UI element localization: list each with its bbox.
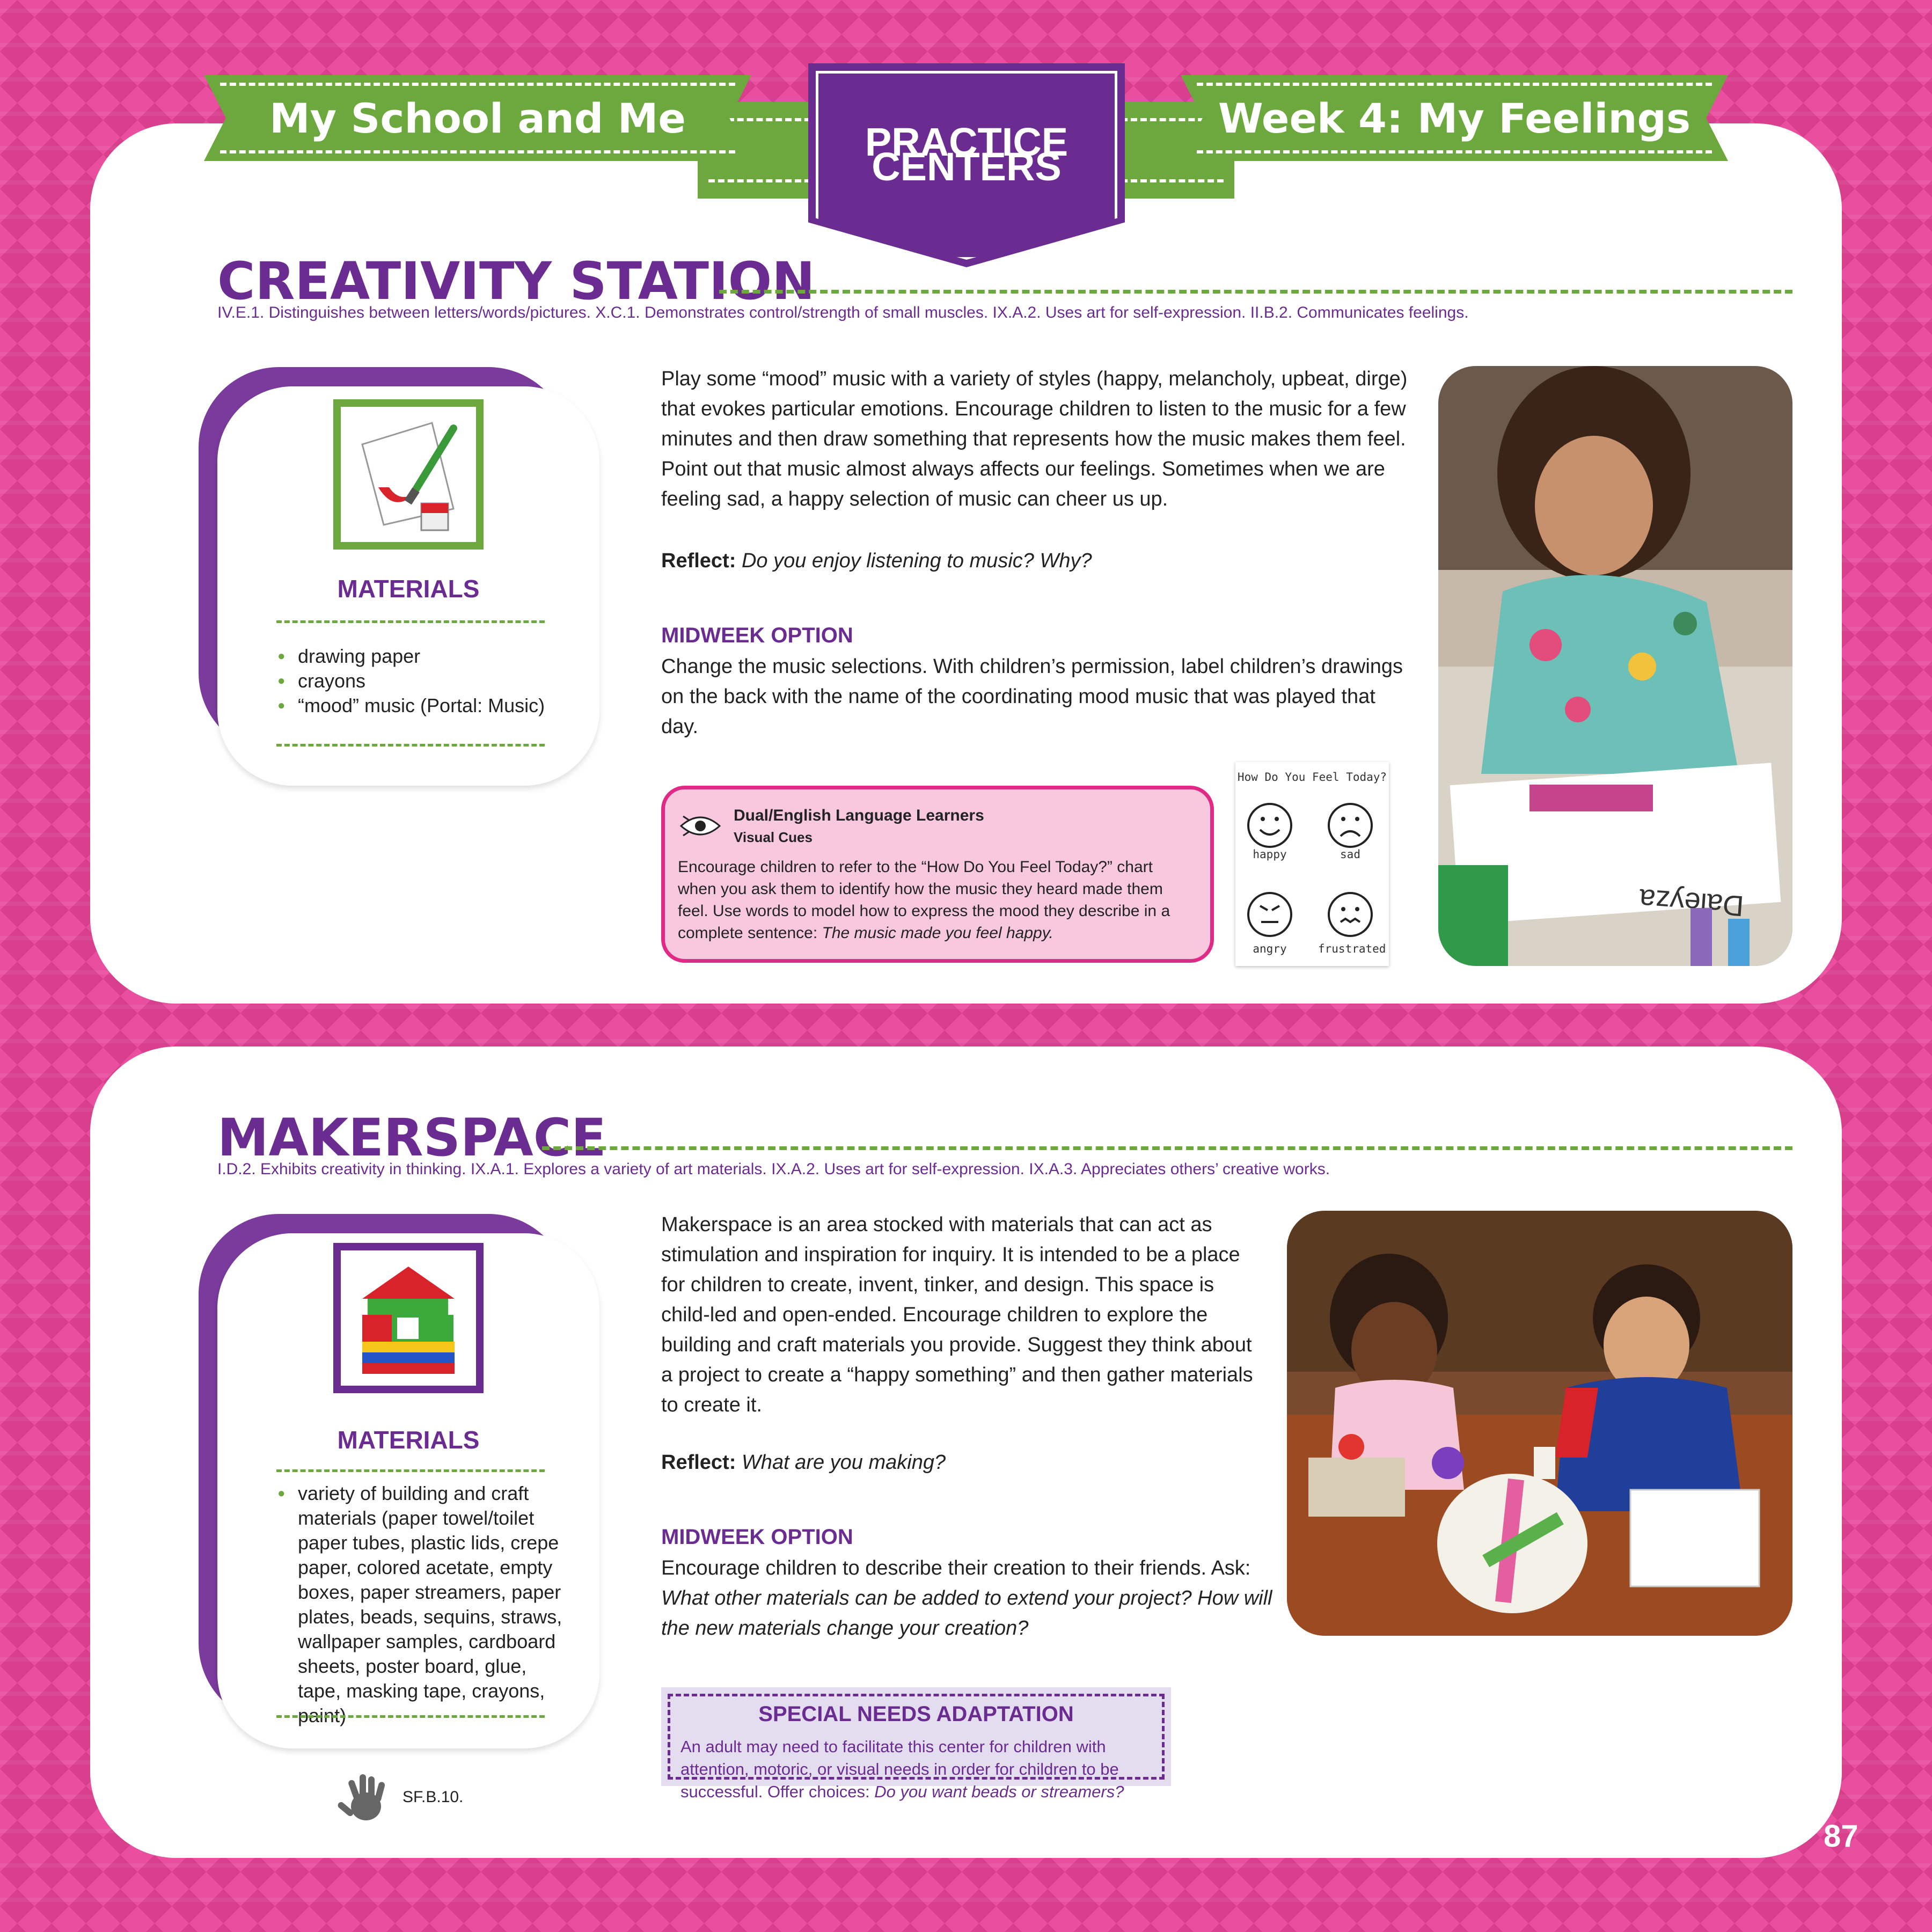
makerspace-midweek-text: Encourage children to describe their cre…	[661, 1553, 1278, 1643]
list-item: variety of building and craft materials …	[277, 1481, 567, 1728]
makerspace-title-dash	[542, 1146, 1792, 1150]
makerspace-standards: I.D.2. Exhibits creativity in thinking. …	[217, 1160, 1330, 1178]
creativity-materials-heading: MATERIALS	[337, 575, 480, 603]
ell-subtitle: Visual Cues	[734, 829, 813, 845]
banner-left: My School and Me	[204, 75, 751, 161]
creativity-midweek-text: Change the music selections. With childr…	[661, 655, 1403, 738]
chart-label-frustrated: frustrated	[1318, 942, 1386, 955]
special-needs-text: An adult may need to facilitate this cen…	[680, 1736, 1153, 1803]
girl-drawing-photo: Daleyza	[1438, 366, 1792, 966]
badge-line2: CENTERS	[872, 144, 1062, 189]
page-number: 87	[1824, 1819, 1858, 1854]
midweek-italic: What other materials can be added to ext…	[661, 1587, 1272, 1640]
happy-face-icon	[1259, 817, 1280, 836]
frustrated-face-icon	[1340, 907, 1361, 924]
sf-code: SF.B.10.	[402, 1788, 464, 1806]
materials-dash-top	[276, 1469, 545, 1472]
materials-dash-top	[276, 620, 545, 623]
ell-callout: Dual/English Language Learners Visual Cu…	[661, 786, 1214, 963]
reflect-label: Reflect:	[661, 1451, 736, 1474]
angry-face-icon	[1260, 905, 1280, 923]
makerspace-materials-heading: MATERIALS	[337, 1426, 480, 1454]
creativity-reflect: Reflect: Do you enjoy listening to music…	[661, 550, 1092, 573]
reflect-question: Do you enjoy listening to music? Why?	[741, 550, 1092, 572]
materials-dash-bottom	[276, 744, 545, 747]
banner-right-text: Week 4: My Feelings	[1218, 94, 1691, 142]
chart-label-angry: angry	[1253, 942, 1287, 955]
list-item: drawing paper	[277, 644, 557, 669]
materials-dash-bottom	[276, 1715, 545, 1718]
creativity-standards: IV.E.1. Distinguishes between letters/wo…	[217, 304, 1469, 321]
blocks-icon	[333, 1243, 484, 1393]
makerspace-title: MAKERSPACE	[217, 1108, 606, 1168]
ell-text: Encourage children to refer to the “How …	[678, 856, 1193, 944]
creativity-midweek-heading: MIDWEEK OPTION	[661, 624, 853, 647]
makerspace-reflect: Reflect: What are you making?	[661, 1451, 946, 1474]
midweek-plain: Encourage children to describe their cre…	[661, 1557, 1251, 1579]
special-needs-title: SPECIAL NEEDS ADAPTATION	[758, 1702, 1074, 1726]
creativity-materials-card: MATERIALS drawing paper crayons “mood” m…	[217, 386, 599, 786]
paintbrush-icon	[333, 399, 484, 550]
list-item: “mood” music (Portal: Music)	[277, 693, 557, 718]
chart-label-sad: sad	[1340, 848, 1360, 861]
makerspace-materials-list: variety of building and craft materials …	[277, 1481, 567, 1728]
ell-text-italic: The music made you feel happy.	[822, 924, 1053, 942]
special-needs-box: SPECIAL NEEDS ADAPTATION An adult may ne…	[661, 1687, 1171, 1801]
list-item: crayons	[277, 669, 557, 693]
ell-title: Dual/English Language Learners	[734, 807, 984, 824]
creativity-materials-list: drawing paper crayons “mood” music (Port…	[277, 644, 557, 718]
reflect-label: Reflect:	[661, 550, 736, 572]
creativity-title-dash	[719, 290, 1792, 294]
banner-right: Week 4: My Feelings	[1181, 75, 1728, 161]
feelings-chart: How Do You Feel Today? happy sad angry f…	[1235, 762, 1389, 966]
makerspace-paragraph: Makerspace is an area stocked with mater…	[661, 1213, 1253, 1416]
creativity-title: CREATIVITY STATION	[217, 251, 815, 311]
makerspace-midweek-heading: MIDWEEK OPTION	[661, 1525, 853, 1549]
makerspace-materials-card: MATERIALS variety of building and craft …	[217, 1233, 599, 1748]
sad-face-icon	[1340, 817, 1361, 837]
reflect-question: What are you making?	[741, 1451, 946, 1474]
creativity-paragraph: Play some “mood” music with a variety of…	[661, 368, 1408, 510]
chart-label-happy: happy	[1253, 848, 1287, 861]
children-crafting-photo	[1287, 1211, 1792, 1636]
eye-icon	[679, 811, 722, 844]
footer-copyright: FS30001 © 2020 Frog Street Press, LLC	[1529, 1833, 1762, 1848]
sn-italic: Do you want beads or streamers?	[874, 1782, 1124, 1801]
banner-left-text: My School and Me	[269, 94, 686, 142]
handprint-icon	[335, 1769, 394, 1831]
